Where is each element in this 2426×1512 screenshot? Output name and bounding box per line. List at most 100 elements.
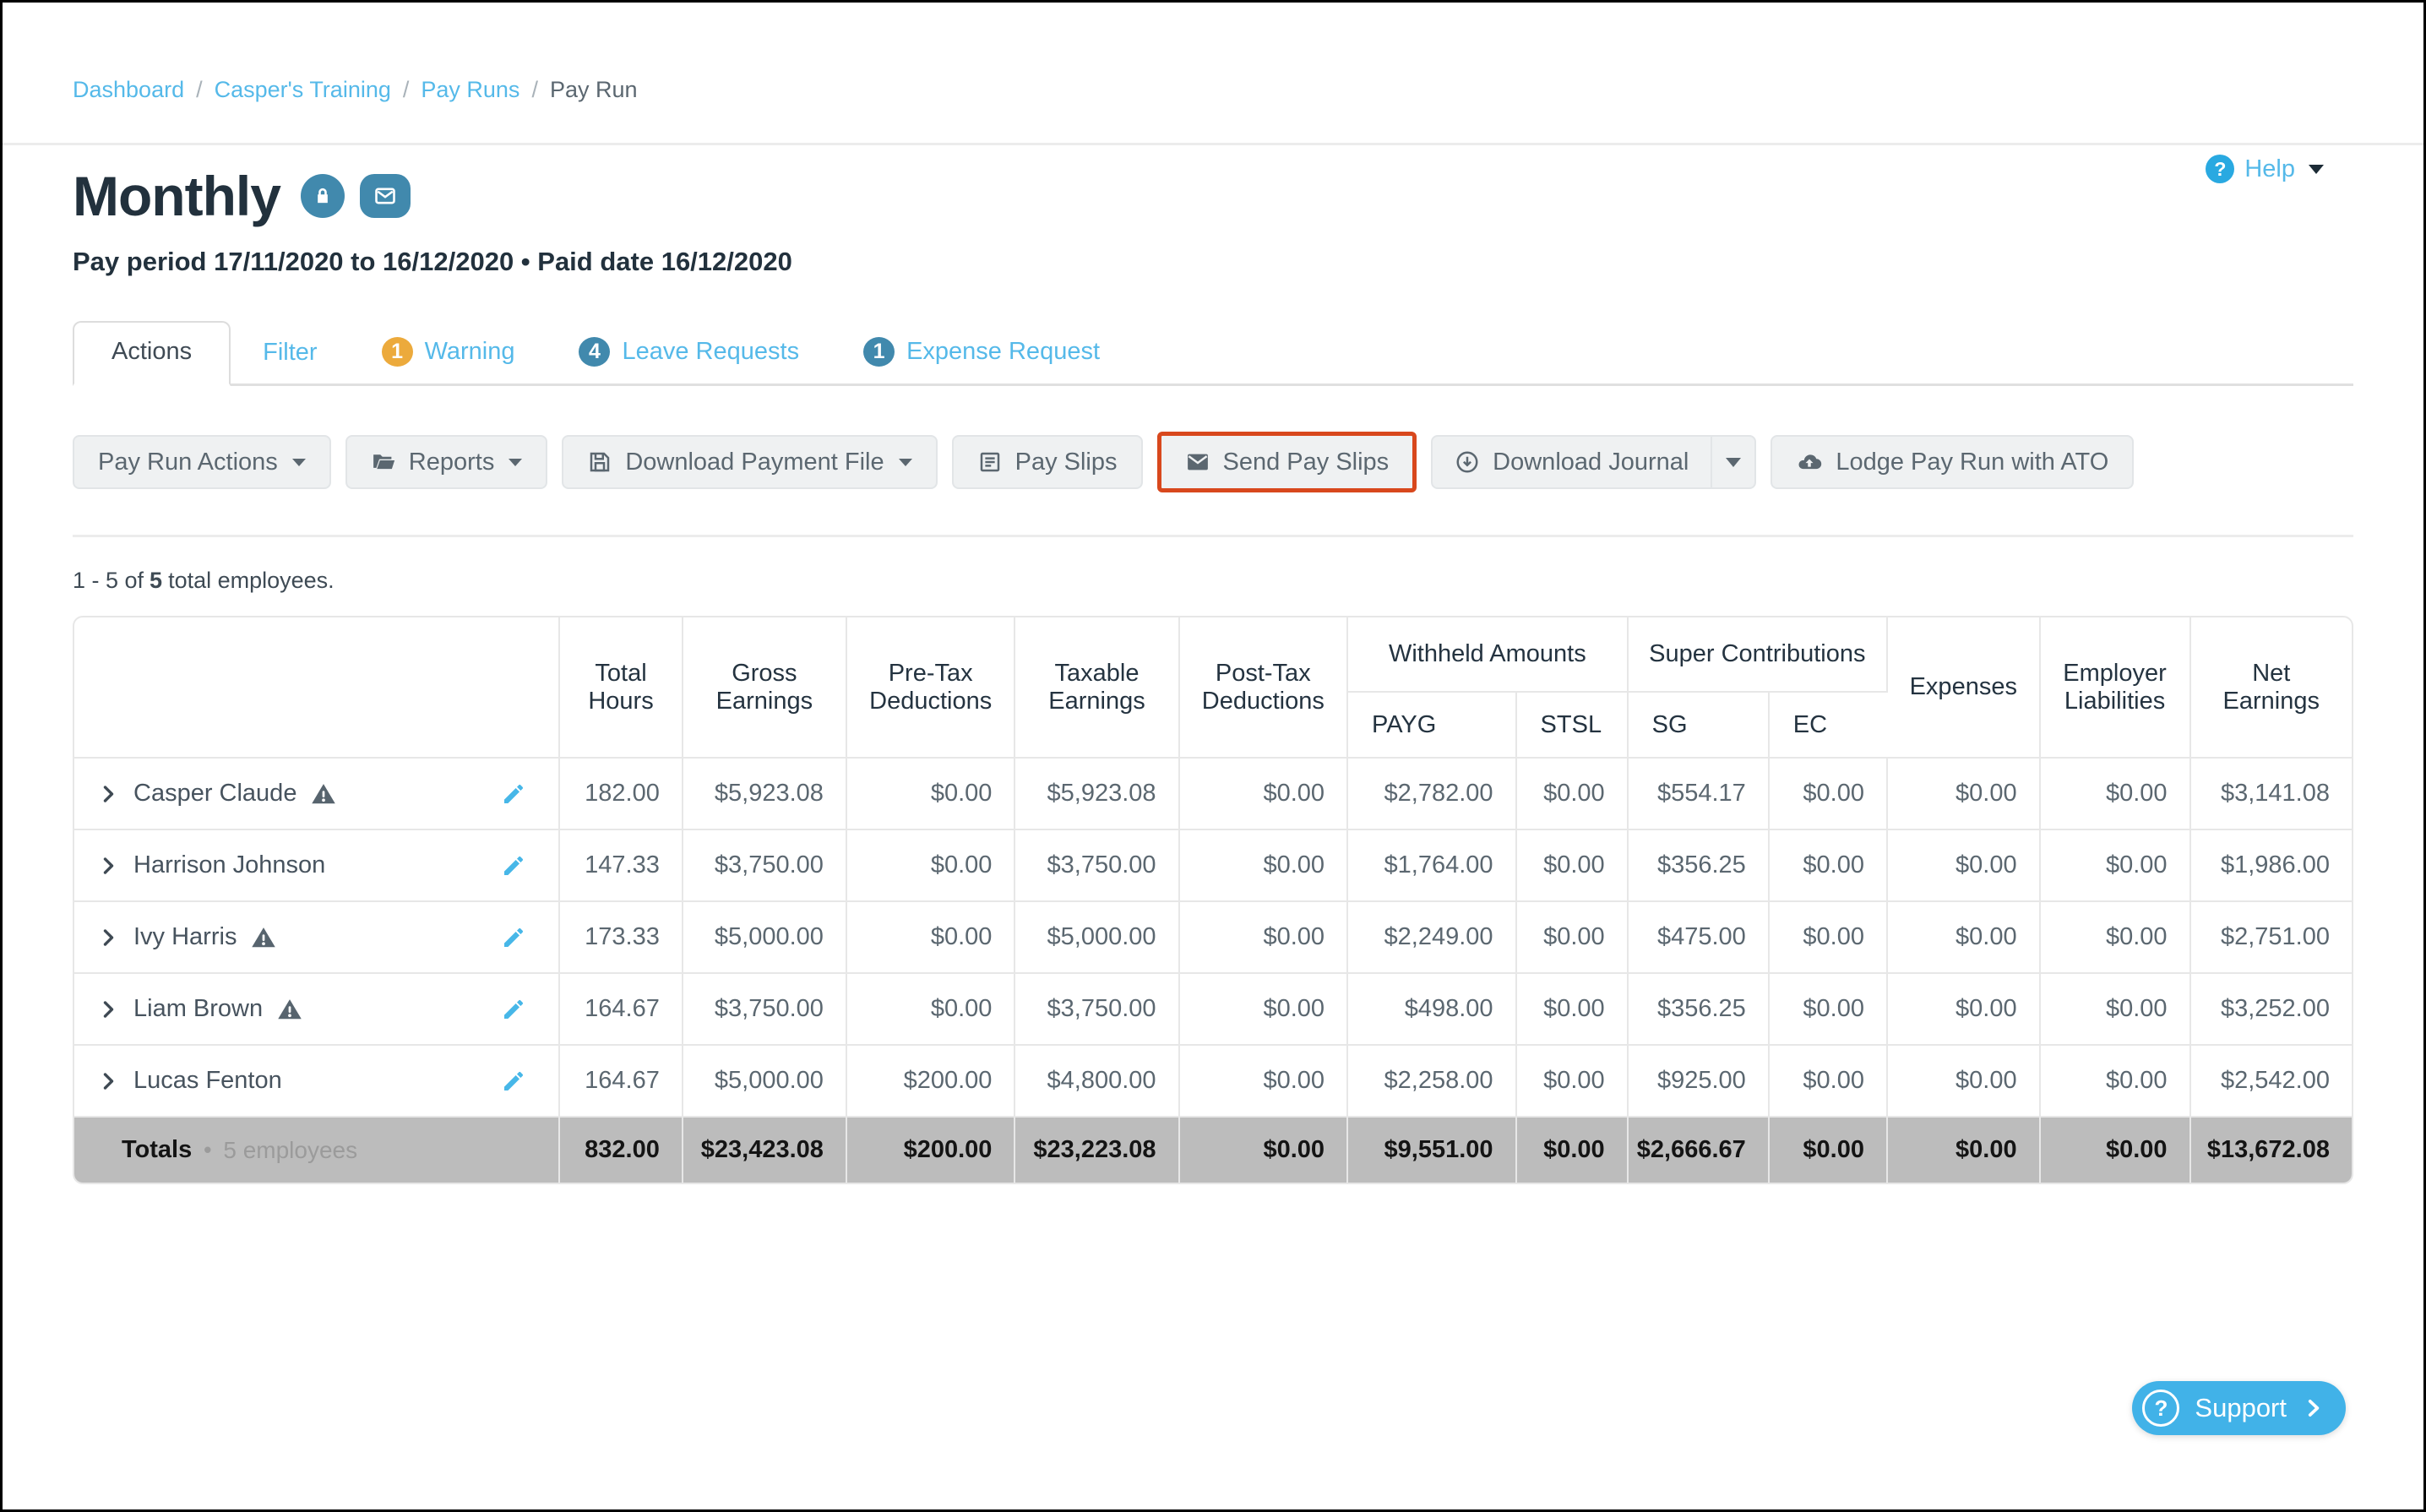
totals-value-cell: $0.00 [1179, 1117, 1348, 1183]
value-cell: $0.00 [1887, 973, 2040, 1045]
tab-label: Expense Request [906, 338, 1100, 366]
tab-filter[interactable]: Filter [231, 324, 349, 383]
breadcrumb-separator: / [531, 77, 538, 103]
totals-sublabel: 5 employees [223, 1137, 357, 1164]
warning-icon [250, 925, 277, 950]
tab-expense-request[interactable]: 1 Expense Request [831, 322, 1132, 383]
lodge-pay-run-ato-button[interactable]: Lodge Pay Run with ATO [1771, 435, 2134, 489]
button-label: Download Payment File [625, 449, 884, 476]
reports-button[interactable]: Reports [345, 435, 548, 489]
value-cell: $3,750.00 [683, 973, 846, 1045]
download-journal-button[interactable]: Download Journal [1433, 437, 1711, 487]
totals-value-cell: $200.00 [846, 1117, 1015, 1183]
totals-value-cell: $2,666.67 [1628, 1117, 1769, 1183]
button-label: Pay Run Actions [98, 449, 278, 476]
question-circle-icon: ? [2142, 1390, 2179, 1427]
pay-run-actions-button[interactable]: Pay Run Actions [73, 435, 331, 489]
help-menu[interactable]: ? Help [2206, 155, 2324, 183]
tab-label: Actions [112, 338, 192, 366]
employee-name-cell: Harrison Johnson [74, 829, 559, 901]
value-cell: $2,782.00 [1347, 758, 1516, 829]
totals-bullet: • [204, 1137, 211, 1163]
value-cell: $2,542.00 [2190, 1045, 2352, 1117]
edit-pencil-icon[interactable] [501, 853, 526, 878]
download-circle-icon [1455, 449, 1480, 475]
value-cell: 164.67 [559, 1045, 683, 1117]
employee-row: Lucas Fenton 164.67 $5,000.00 $200.00 $4… [74, 1045, 2352, 1117]
value-cell: $0.00 [846, 758, 1015, 829]
employee-rows: Casper Claude 182.00 $5,923.08 $0.00 $5,… [74, 758, 2352, 1117]
button-label: Send Pay Slips [1223, 449, 1390, 476]
totals-value-cell: 832.00 [559, 1117, 683, 1183]
breadcrumb-link[interactable]: Pay Runs [421, 77, 519, 103]
expand-row-chevron-icon[interactable] [98, 925, 118, 950]
envelope-icon [1185, 449, 1210, 475]
employee-name-cell: Liam Brown [74, 973, 559, 1045]
expand-row-chevron-icon[interactable] [98, 853, 118, 878]
toolbar: Pay Run Actions Reports Download Payment… [73, 432, 2353, 537]
value-cell: $2,258.00 [1347, 1045, 1516, 1117]
tab-leave-requests[interactable]: 4 Leave Requests [547, 322, 831, 383]
employee-row: Casper Claude 182.00 $5,923.08 $0.00 $5,… [74, 758, 2352, 829]
value-cell: $925.00 [1628, 1045, 1769, 1117]
download-payment-file-button[interactable]: Download Payment File [562, 435, 937, 489]
totals-value-cell: $0.00 [1769, 1117, 1887, 1183]
totals-value-cell: $9,551.00 [1347, 1117, 1516, 1183]
tab-warning[interactable]: 1 Warning [350, 322, 547, 383]
col-header-sg: SG [1628, 692, 1769, 758]
value-cell: $3,750.00 [1014, 973, 1178, 1045]
breadcrumb-link[interactable]: Dashboard [73, 77, 184, 103]
tab-actions[interactable]: Actions [73, 321, 231, 386]
value-cell: $1,764.00 [1347, 829, 1516, 901]
edit-pencil-icon[interactable] [501, 781, 526, 807]
expand-row-chevron-icon[interactable] [98, 1069, 118, 1094]
value-cell: $0.00 [1179, 901, 1348, 973]
breadcrumb-current: Pay Run [550, 77, 638, 103]
totals-value-cell: $23,223.08 [1014, 1117, 1178, 1183]
expand-row-chevron-icon[interactable] [98, 997, 118, 1022]
value-cell: $498.00 [1347, 973, 1516, 1045]
breadcrumb-link[interactable]: Casper's Training [215, 77, 391, 103]
chevron-down-icon [1726, 458, 1741, 467]
group-header-super-contributions: Super Contributions [1628, 617, 1887, 692]
col-header-ec: EC [1769, 692, 1887, 758]
support-label: Support [2195, 1393, 2287, 1423]
col-header-taxable-earnings: Taxable Earnings [1014, 617, 1178, 758]
tab-bar: Actions Filter 1 Warning 4 Leave Request… [73, 321, 2353, 386]
col-header-pre-tax-deductions: Pre-Tax Deductions [846, 617, 1015, 758]
count-total: 5 [150, 568, 162, 593]
totals-value-cell: $0.00 [1516, 1117, 1628, 1183]
support-button[interactable]: ? Support [2132, 1381, 2346, 1435]
group-header-withheld-amounts: Withheld Amounts [1347, 617, 1628, 692]
value-cell: $0.00 [846, 973, 1015, 1045]
value-cell: $5,000.00 [1014, 901, 1178, 973]
chevron-right-icon [2302, 1397, 2324, 1419]
chevron-down-icon [292, 459, 306, 466]
value-cell: $5,000.00 [683, 901, 846, 973]
button-label: Reports [409, 449, 495, 476]
value-cell: $0.00 [2040, 758, 2190, 829]
button-label: Download Journal [1493, 449, 1689, 476]
edit-pencil-icon[interactable] [501, 997, 526, 1022]
col-header-employee [74, 617, 559, 758]
leave-requests-count-badge: 4 [579, 337, 610, 367]
expand-row-chevron-icon[interactable] [98, 781, 118, 807]
count-suffix: total employees. [168, 568, 335, 593]
value-cell: $0.00 [1516, 758, 1628, 829]
envelope-icon [360, 174, 411, 218]
value-cell: $0.00 [1769, 901, 1887, 973]
employee-row: Liam Brown 164.67 $3,750.00 $0.00 $3,750… [74, 973, 2352, 1045]
value-cell: $0.00 [846, 901, 1015, 973]
value-cell: $0.00 [1516, 973, 1628, 1045]
edit-pencil-icon[interactable] [501, 1069, 526, 1094]
totals-label: Totals [122, 1136, 192, 1164]
download-journal-dropdown-toggle[interactable] [1711, 437, 1754, 487]
col-header-payg: PAYG [1347, 692, 1516, 758]
button-label: Lodge Pay Run with ATO [1836, 449, 2108, 476]
edit-pencil-icon[interactable] [501, 925, 526, 950]
value-cell: $3,252.00 [2190, 973, 2352, 1045]
value-cell: $5,000.00 [683, 1045, 846, 1117]
value-cell: $2,249.00 [1347, 901, 1516, 973]
send-pay-slips-button[interactable]: Send Pay Slips [1157, 432, 1417, 492]
pay-slips-button[interactable]: Pay Slips [952, 435, 1143, 489]
